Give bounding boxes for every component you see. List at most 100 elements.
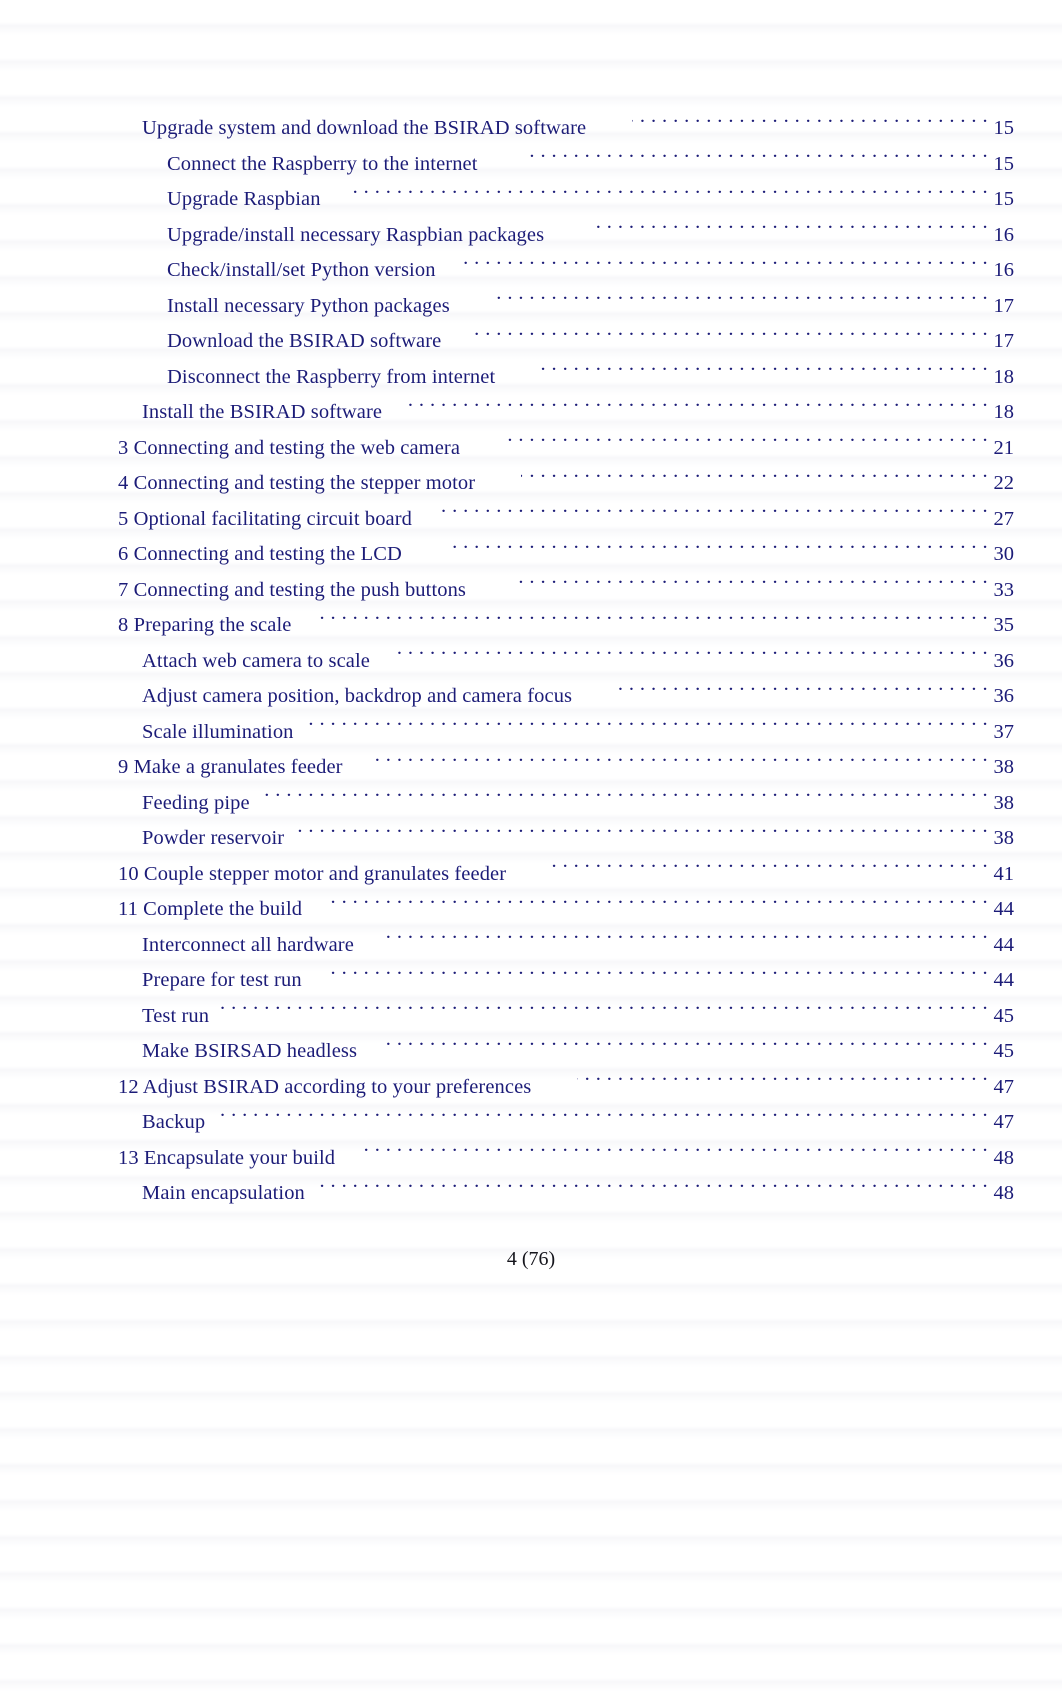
- toc-entry[interactable]: Main encapsulation 48: [0, 1176, 1062, 1212]
- toc-entry[interactable]: 13 Encapsulate your build 48: [0, 1141, 1062, 1177]
- toc-entry[interactable]: Upgrade system and download the BSIRAD s…: [0, 111, 1062, 147]
- toc-dot-leader: [260, 788, 988, 809]
- toc-entry[interactable]: 7 Connecting and testing the push button…: [0, 573, 1062, 609]
- toc-dot-leader: [541, 362, 988, 383]
- toc-entry-title: Upgrade Raspbian: [167, 188, 321, 210]
- toc-entry-title: 9 Make a granulates feeder: [118, 756, 343, 778]
- toc-entry-title: Interconnect all hardware: [142, 933, 354, 956]
- toc-entry[interactable]: Connect the Raspberry to the internet 15: [0, 147, 1062, 183]
- toc-entry-title: 7 Connecting and testing the push button…: [118, 578, 467, 601]
- toc-entry-title: 4 Connecting and testing the stepper mot…: [118, 472, 476, 494]
- toc-entry-title: Upgrade system and download the BSIRAD s…: [142, 117, 587, 139]
- toc-entry-page-number: 21: [993, 436, 1015, 459]
- toc-entry[interactable]: 9 Make a granulates feeder 38: [0, 750, 1062, 786]
- toc-entry-title: 8 Preparing the scale: [118, 614, 292, 636]
- toc-entry-title: Download the BSIRAD software: [167, 330, 442, 352]
- toc-entry[interactable]: 11 Complete the build 44: [0, 892, 1062, 928]
- toc-entry[interactable]: Backup 47: [0, 1105, 1062, 1141]
- document-page: Upgrade system and download the BSIRAD s…: [0, 0, 1062, 1691]
- toc-entry-page-number: 15: [993, 152, 1015, 175]
- toc-dot-leader: [462, 256, 988, 277]
- toc-entry-page-number: 30: [993, 543, 1015, 565]
- toc-entry-title: Adjust camera position, backdrop and cam…: [142, 685, 573, 707]
- toc-entry-page-number: 44: [993, 933, 1015, 956]
- toc-entry[interactable]: Install the BSIRAD software 18: [0, 395, 1062, 431]
- toc-entry-title: Upgrade/install necessary Raspbian packa…: [167, 223, 545, 246]
- toc-dot-leader: [618, 682, 988, 703]
- toc-entry[interactable]: Check/install/set Python version 16: [0, 253, 1062, 289]
- toc-entry-title: Attach web camera to scale: [142, 649, 370, 672]
- toc-entry-title: 6 Connecting and testing the LCD: [118, 543, 402, 565]
- toc-entry[interactable]: Adjust camera position, backdrop and cam…: [0, 679, 1062, 715]
- toc-entry-page-number: 27: [993, 507, 1015, 530]
- toc-entry[interactable]: Make BSIRSAD headless 45: [0, 1034, 1062, 1070]
- toc-entry-page-number: 48: [993, 1146, 1015, 1169]
- toc-entry-page-number: 44: [993, 898, 1015, 920]
- toc-entry-page-number: 41: [993, 862, 1015, 885]
- toc-entry-page-number: 17: [993, 330, 1015, 352]
- toc-entry[interactable]: Prepare for test run 44: [0, 963, 1062, 999]
- table-of-contents: Upgrade system and download the BSIRAD s…: [0, 111, 1062, 1212]
- toc-entry-title: 11 Complete the build: [118, 898, 303, 920]
- toc-dot-leader: [467, 327, 988, 348]
- toc-entry-title: 5 Optional facilitating circuit board: [118, 507, 413, 530]
- toc-entry-page-number: 18: [993, 401, 1015, 423]
- toc-entry-page-number: 38: [993, 756, 1015, 778]
- toc-entry-page-number: 47: [993, 1111, 1015, 1133]
- toc-entry-title: Make BSIRSAD headless: [142, 1040, 358, 1062]
- toc-entry-title: Connect the Raspberry to the internet: [167, 152, 478, 175]
- toc-entry[interactable]: 8 Preparing the scale 35: [0, 608, 1062, 644]
- toc-entry-page-number: 36: [993, 649, 1015, 672]
- footer-page-number: 4 (76): [506, 1248, 556, 1270]
- toc-entry-title: 13 Encapsulate your build: [118, 1146, 336, 1169]
- toc-entry-page-number: 45: [993, 1004, 1015, 1027]
- toc-entry-page-number: 15: [993, 117, 1015, 139]
- toc-entry-title: Main encapsulation: [142, 1182, 305, 1204]
- toc-entry-title: Install necessary Python packages: [167, 294, 450, 317]
- toc-dot-leader: [383, 1037, 988, 1058]
- toc-dot-leader: [448, 540, 988, 561]
- toc-dot-leader: [215, 1108, 988, 1129]
- toc-entry[interactable]: Upgrade/install necessary Raspbian packa…: [0, 218, 1062, 254]
- toc-dot-leader: [396, 646, 988, 667]
- toc-entry[interactable]: 10 Couple stepper motor and granulates f…: [0, 857, 1062, 893]
- toc-entry-title: Powder reservoir: [142, 827, 285, 849]
- page-footer: 4 (76): [0, 1248, 1062, 1271]
- toc-entry-page-number: 33: [993, 578, 1015, 601]
- toc-entry[interactable]: Feeding pipe 38: [0, 786, 1062, 822]
- toc-entry-page-number: 48: [993, 1182, 1015, 1204]
- toc-entry[interactable]: Test run 45: [0, 999, 1062, 1035]
- toc-dot-leader: [328, 966, 988, 987]
- toc-entry-title: 12 Adjust BSIRAD according to your prefe…: [118, 1075, 532, 1098]
- toc-entry-page-number: 36: [993, 685, 1015, 707]
- toc-dot-leader: [294, 824, 988, 845]
- toc-entry[interactable]: Powder reservoir 38: [0, 821, 1062, 857]
- toc-entry-page-number: 47: [993, 1075, 1015, 1098]
- toc-entry[interactable]: 12 Adjust BSIRAD according to your prefe…: [0, 1070, 1062, 1106]
- toc-entry[interactable]: Download the BSIRAD software 17: [0, 324, 1062, 360]
- toc-dot-leader: [361, 1143, 988, 1164]
- toc-entry-title: Check/install/set Python version: [167, 259, 436, 281]
- toc-dot-leader: [317, 611, 988, 632]
- toc-entry[interactable]: 3 Connecting and testing the web camera 2…: [0, 431, 1062, 467]
- toc-entry-page-number: 18: [993, 365, 1015, 388]
- toc-entry[interactable]: 4 Connecting and testing the stepper mot…: [0, 466, 1062, 502]
- toc-dot-leader: [521, 469, 988, 490]
- toc-dot-leader: [438, 504, 988, 525]
- toc-entry[interactable]: Upgrade Raspbian 15: [0, 182, 1062, 218]
- toc-dot-leader: [315, 1179, 988, 1200]
- toc-dot-leader: [632, 114, 988, 135]
- toc-entry[interactable]: Disconnect the Raspberry from internet 18: [0, 360, 1062, 396]
- toc-entry[interactable]: Interconnect all hardware 44: [0, 928, 1062, 964]
- toc-entry-page-number: 16: [993, 223, 1015, 246]
- toc-entry-page-number: 37: [993, 720, 1015, 743]
- toc-entry-page-number: 45: [993, 1040, 1015, 1062]
- toc-entry[interactable]: Attach web camera to scale 36: [0, 644, 1062, 680]
- toc-entry[interactable]: Scale illumination 37: [0, 715, 1062, 751]
- toc-dot-leader: [496, 291, 988, 312]
- toc-entry[interactable]: Install necessary Python packages 17: [0, 289, 1062, 325]
- toc-dot-leader: [328, 895, 988, 916]
- toc-entry[interactable]: 6 Connecting and testing the LCD 30: [0, 537, 1062, 573]
- toc-entry[interactable]: 5 Optional facilitating circuit board 27: [0, 502, 1062, 538]
- toc-entry-page-number: 38: [993, 827, 1015, 849]
